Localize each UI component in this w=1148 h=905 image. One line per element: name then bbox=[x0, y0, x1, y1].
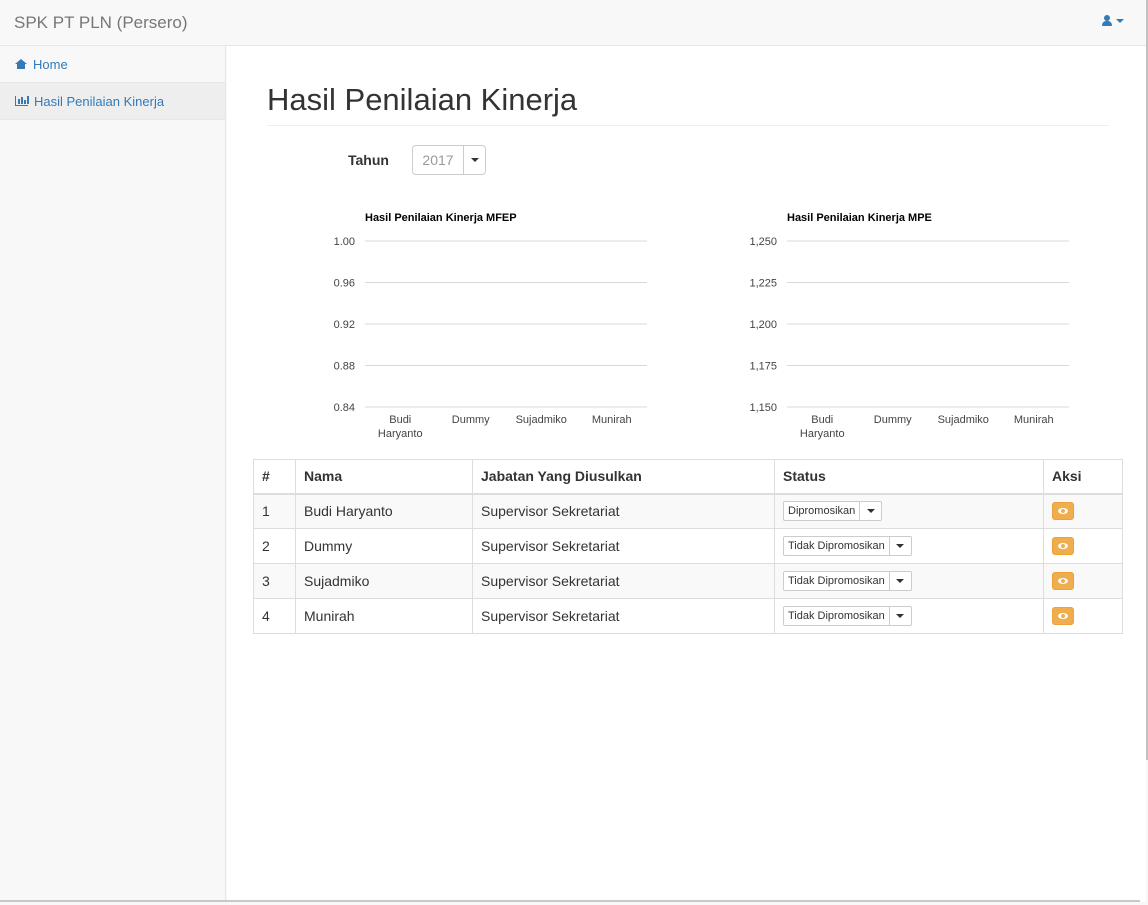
sidebar: Home Hasil Penilaian Kinerja bbox=[0, 46, 226, 902]
row-aksi-cell bbox=[1043, 528, 1123, 564]
year-dropdown-toggle[interactable] bbox=[464, 146, 485, 174]
y-tick-label: 1,225 bbox=[749, 278, 777, 290]
user-icon bbox=[1102, 15, 1112, 27]
status-dropdown-toggle[interactable] bbox=[890, 579, 911, 583]
page-title: Hasil Penilaian Kinerja bbox=[267, 82, 578, 117]
status-dropdown-toggle[interactable] bbox=[890, 544, 911, 548]
row-status-cell: Tidak Dipromosikan bbox=[774, 563, 1044, 599]
view-button[interactable] bbox=[1052, 572, 1074, 590]
results-table: # Nama Jabatan Yang Diusulkan Status Aks… bbox=[253, 459, 1123, 634]
row-aksi-cell bbox=[1043, 493, 1123, 529]
eye-icon bbox=[1058, 578, 1068, 584]
table-row: 2 Dummy Supervisor Sekretariat Tidak Dip… bbox=[253, 528, 1123, 564]
view-button[interactable] bbox=[1052, 537, 1074, 555]
row-number: 3 bbox=[253, 563, 296, 599]
row-jabatan: Supervisor Sekretariat bbox=[472, 493, 775, 529]
chevron-down-icon bbox=[896, 544, 905, 548]
user-menu[interactable] bbox=[1102, 15, 1124, 27]
row-nama: Dummy bbox=[295, 528, 473, 564]
year-value: 2017 bbox=[413, 146, 464, 174]
x-tick-label: Munirah bbox=[1014, 414, 1054, 426]
table-header-row: # Nama Jabatan Yang Diusulkan Status Aks… bbox=[253, 459, 1123, 495]
status-value: Tidak Dipromosikan bbox=[784, 607, 890, 625]
x-tick-label: Budi Haryanto bbox=[378, 414, 423, 440]
y-tick-label: 1,250 bbox=[749, 236, 777, 248]
sidebar-item-label: Home bbox=[33, 56, 68, 72]
chevron-down-icon bbox=[866, 509, 875, 514]
table-row: 4 Munirah Supervisor Sekretariat Tidak D… bbox=[253, 598, 1123, 634]
year-select[interactable]: 2017 bbox=[412, 145, 486, 175]
row-nama: Munirah bbox=[295, 598, 473, 634]
sidebar-item-home[interactable]: Home bbox=[0, 46, 225, 83]
y-tick-label: 0.88 bbox=[334, 361, 355, 373]
row-jabatan: Supervisor Sekretariat bbox=[472, 598, 775, 634]
home-icon bbox=[15, 58, 27, 70]
row-number: 4 bbox=[253, 598, 296, 634]
status-dropdown-toggle[interactable] bbox=[890, 614, 911, 618]
status-value: Tidak Dipromosikan bbox=[784, 572, 890, 590]
chart-title: Hasil Penilaian Kinerja MFEP bbox=[365, 212, 517, 224]
row-number: 2 bbox=[253, 528, 296, 564]
column-header-nama: Nama bbox=[295, 459, 473, 495]
sidebar-item-hasil-penilaian[interactable]: Hasil Penilaian Kinerja bbox=[0, 83, 225, 120]
bar-chart-icon bbox=[15, 96, 29, 106]
chart-mfep: Hasil Penilaian Kinerja MFEP 1.00 0.96 0.92… bbox=[334, 212, 647, 440]
row-status-cell: Tidak Dipromosikan bbox=[774, 528, 1044, 564]
chart-mpe: Hasil Penilaian Kinerja MPE 1,250 1,225 1,2… bbox=[749, 212, 1069, 440]
status-select[interactable]: Tidak Dipromosikan bbox=[783, 571, 912, 591]
table-row: 3 Sujadmiko Supervisor Sekretariat Tidak… bbox=[253, 563, 1123, 599]
status-value: Dipromosikan bbox=[784, 502, 861, 521]
x-tick-label: Dummy bbox=[874, 414, 912, 426]
y-tick-label: 1,200 bbox=[749, 319, 777, 331]
row-aksi-cell bbox=[1043, 563, 1123, 599]
column-header-jabatan: Jabatan Yang Diusulkan bbox=[472, 459, 775, 495]
row-aksi-cell bbox=[1043, 598, 1123, 634]
row-number: 1 bbox=[253, 493, 296, 529]
x-tick-label: Munirah bbox=[592, 414, 632, 426]
chevron-down-icon bbox=[470, 158, 479, 162]
eye-icon bbox=[1058, 508, 1068, 515]
row-jabatan: Supervisor Sekretariat bbox=[472, 563, 775, 599]
eye-icon bbox=[1058, 613, 1068, 619]
column-header-status: Status bbox=[774, 459, 1044, 495]
column-header-aksi: Aksi bbox=[1043, 459, 1123, 495]
status-value: Tidak Dipromosikan bbox=[784, 537, 890, 555]
sidebar-item-label: Hasil Penilaian Kinerja bbox=[34, 93, 165, 109]
chevron-down-icon bbox=[896, 614, 905, 618]
eye-icon bbox=[1058, 543, 1068, 549]
bottom-border bbox=[0, 900, 1140, 902]
y-tick-label: 1,150 bbox=[749, 402, 777, 414]
x-tick-label: Sujadmiko bbox=[938, 414, 989, 426]
brand-title[interactable]: SPK PT PLN (Persero) bbox=[14, 13, 188, 33]
y-tick-label: 0.92 bbox=[334, 319, 355, 331]
year-label: Tahun bbox=[348, 152, 389, 168]
title-divider bbox=[267, 125, 1109, 126]
main-content: Hasil Penilaian Kinerja Tahun 2017 Hasil… bbox=[227, 46, 1146, 902]
chevron-down-icon bbox=[896, 579, 905, 583]
x-tick-label: Sujadmiko bbox=[516, 414, 567, 426]
y-tick-label: 0.96 bbox=[334, 278, 355, 290]
chevron-down-icon bbox=[1116, 19, 1124, 23]
row-nama: Budi Haryanto bbox=[295, 493, 473, 529]
y-tick-label: 0.84 bbox=[334, 402, 355, 414]
y-tick-label: 1,175 bbox=[749, 361, 777, 373]
status-select[interactable]: Dipromosikan bbox=[783, 501, 883, 522]
status-select[interactable]: Tidak Dipromosikan bbox=[783, 606, 912, 626]
x-tick-label: Budi Haryanto bbox=[800, 414, 845, 440]
y-tick-label: 1.00 bbox=[334, 236, 355, 248]
top-navbar: SPK PT PLN (Persero) bbox=[0, 0, 1146, 46]
x-tick-label: Dummy bbox=[452, 414, 490, 426]
view-button[interactable] bbox=[1052, 502, 1074, 521]
row-status-cell: Tidak Dipromosikan bbox=[774, 598, 1044, 634]
row-nama: Sujadmiko bbox=[295, 563, 473, 599]
status-select[interactable]: Tidak Dipromosikan bbox=[783, 536, 912, 556]
view-button[interactable] bbox=[1052, 607, 1074, 625]
column-header-number: # bbox=[253, 459, 296, 495]
table-row: 1 Budi Haryanto Supervisor Sekretariat D… bbox=[253, 493, 1123, 529]
row-status-cell: Dipromosikan bbox=[774, 493, 1044, 529]
row-jabatan: Supervisor Sekretariat bbox=[472, 528, 775, 564]
status-dropdown-toggle[interactable] bbox=[860, 509, 881, 514]
chart-title: Hasil Penilaian Kinerja MPE bbox=[787, 212, 932, 224]
